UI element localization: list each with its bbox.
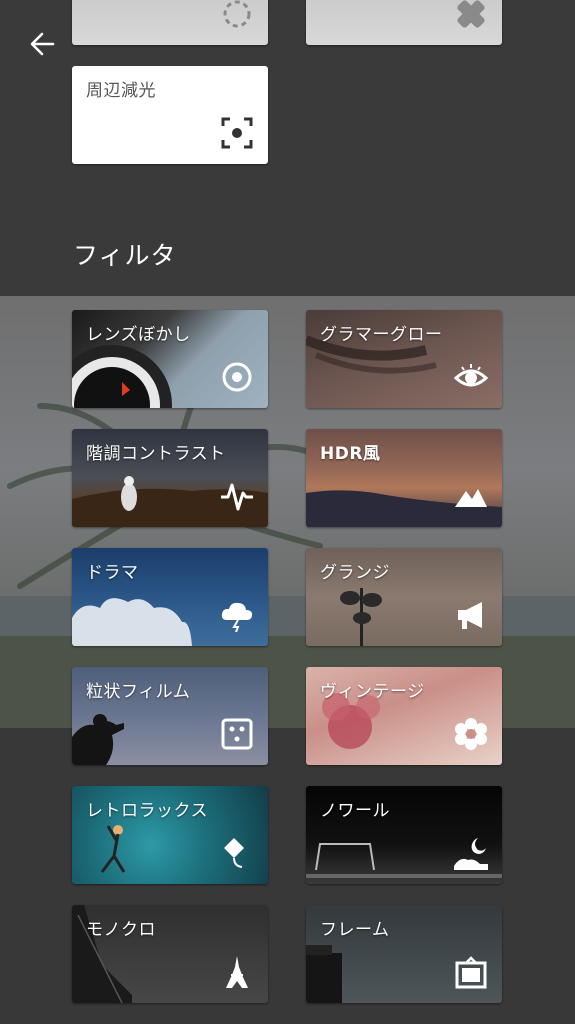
filter-tile-hdr[interactable]: HDR風 bbox=[306, 429, 502, 527]
filter-label-black-white: モノクロ bbox=[86, 920, 156, 940]
storm-cloud-icon bbox=[221, 602, 253, 632]
frame-icon bbox=[455, 956, 487, 989]
filter-label-tonal-contrast: 階調コントラスト bbox=[86, 444, 226, 464]
filter-label-vintage: ヴィンテージ bbox=[320, 682, 425, 702]
moon-landscape-icon bbox=[454, 838, 488, 870]
filter-label-grainy-film: 粒状フィルム bbox=[86, 682, 191, 702]
tool-tile-partial-1[interactable] bbox=[72, 0, 268, 45]
filter-tile-drama[interactable]: ドラマ bbox=[72, 548, 268, 646]
megaphone-icon bbox=[458, 602, 482, 629]
filter-tile-glamour-glow[interactable]: グラマーグロー bbox=[306, 310, 502, 408]
filter-label-frames: フレーム bbox=[320, 920, 390, 940]
vignette-focus-icon bbox=[221, 117, 253, 149]
dashed-circle-icon bbox=[223, 0, 251, 28]
target-circle-icon bbox=[222, 362, 252, 392]
filter-tile-tonal-contrast[interactable]: 階調コントラスト bbox=[72, 429, 268, 527]
filter-tile-noir[interactable]: ノワール bbox=[306, 786, 502, 884]
filter-tile-black-white[interactable]: モノクロ bbox=[72, 905, 268, 1003]
filter-tile-vintage[interactable]: ヴィンテージ bbox=[306, 667, 502, 765]
tool-label-vignette: 周辺減光 bbox=[86, 81, 156, 101]
pulse-icon bbox=[221, 483, 253, 511]
section-title-filters: フィルタ bbox=[73, 241, 177, 270]
eye-icon bbox=[454, 364, 488, 387]
filter-label-grunge: グランジ bbox=[320, 563, 390, 583]
filter-tile-frames[interactable]: フレーム bbox=[306, 905, 502, 1003]
filter-label-retrolux: レトロラックス bbox=[86, 801, 208, 821]
filter-tile-grainy-film[interactable]: 粒状フィルム bbox=[72, 667, 268, 765]
filter-label-hdr: HDR風 bbox=[320, 444, 381, 464]
filter-label-lens-blur: レンズぼかし bbox=[86, 325, 191, 345]
filter-label-glamour-glow: グラマーグロー bbox=[320, 325, 443, 345]
kite-icon bbox=[224, 838, 244, 868]
dice-icon bbox=[221, 718, 253, 750]
healing-bandage-icon bbox=[457, 0, 485, 28]
filter-label-noir: ノワール bbox=[320, 801, 390, 821]
filter-tile-lens-blur[interactable]: レンズぼかし bbox=[72, 310, 268, 408]
flower-icon bbox=[455, 718, 487, 750]
tool-tile-vignette[interactable]: 周辺減光 bbox=[72, 66, 268, 164]
filter-tile-retrolux[interactable]: レトロラックス bbox=[72, 786, 268, 884]
arrow-left-icon bbox=[30, 32, 55, 56]
eiffel-tower-icon bbox=[226, 956, 248, 988]
tool-tile-partial-2[interactable] bbox=[306, 0, 502, 45]
filter-label-drama: ドラマ bbox=[86, 563, 139, 583]
mountains-icon bbox=[455, 489, 487, 507]
back-button[interactable] bbox=[22, 24, 62, 64]
filter-tile-grunge[interactable]: グランジ bbox=[306, 548, 502, 646]
